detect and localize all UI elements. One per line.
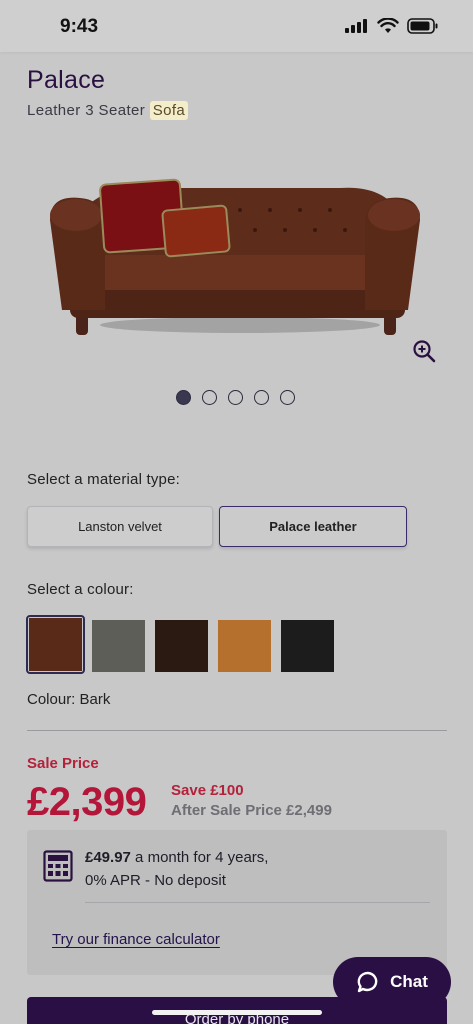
material-option-palace-leather[interactable]: Palace leather xyxy=(219,506,407,547)
selected-colour-text: Colour: Bark xyxy=(27,691,111,708)
after-sale-price: After Sale Price £2,499 xyxy=(171,802,332,819)
gallery-dot[interactable] xyxy=(176,390,191,405)
material-option-lanston-velvet[interactable]: Lanston velvet xyxy=(27,506,213,547)
chat-button[interactable]: Chat xyxy=(333,957,451,1007)
colour-swatch-grey[interactable] xyxy=(92,620,145,672)
finance-calculator-link[interactable]: Try our finance calculator xyxy=(52,931,220,948)
calculator-icon xyxy=(43,850,73,882)
status-time: 9:43 xyxy=(60,16,99,37)
gallery-dot[interactable] xyxy=(280,390,295,405)
finance-divider xyxy=(85,902,430,903)
colour-swatch-bark[interactable] xyxy=(29,618,82,671)
colour-swatch-dark-brown[interactable] xyxy=(155,620,208,672)
save-amount: Save £100 xyxy=(171,782,244,799)
gallery-dot[interactable] xyxy=(228,390,243,405)
product-image[interactable] xyxy=(40,160,430,350)
finance-monthly-rest: a month for 4 years, xyxy=(130,849,269,866)
status-bar: 9:43 xyxy=(0,0,473,52)
subtitle-highlight: Sofa xyxy=(149,101,189,120)
sale-price-label: Sale Price xyxy=(27,755,99,772)
zoom-in-icon[interactable] xyxy=(412,339,436,363)
battery-icon xyxy=(407,18,438,34)
wifi-icon xyxy=(377,18,399,33)
gallery-pagination xyxy=(176,390,295,405)
gallery-dot[interactable] xyxy=(254,390,269,405)
status-icons xyxy=(345,18,439,34)
chat-label: Chat xyxy=(390,972,428,991)
material-label: Select a material type: xyxy=(27,471,181,488)
finance-monthly: £49.97 a month for 4 years, xyxy=(85,849,268,866)
product-title: Palace xyxy=(27,66,106,94)
subtitle-prefix: Leather 3 Seater xyxy=(27,102,150,119)
chat-bubble-icon xyxy=(357,971,378,993)
finance-monthly-amount: £49.97 xyxy=(85,849,131,866)
product-subtitle: Leather 3 Seater Sofa xyxy=(27,101,189,120)
cellular-signal-icon xyxy=(345,19,367,33)
price: £2,399 xyxy=(27,780,147,824)
divider xyxy=(27,730,447,731)
home-indicator xyxy=(152,1010,322,1015)
colour-swatch-black[interactable] xyxy=(281,620,334,672)
colour-swatch-tan[interactable] xyxy=(218,620,271,672)
colour-label: Select a colour: xyxy=(27,581,134,598)
gallery-dot[interactable] xyxy=(202,390,217,405)
finance-terms: 0% APR - No deposit xyxy=(85,872,226,889)
